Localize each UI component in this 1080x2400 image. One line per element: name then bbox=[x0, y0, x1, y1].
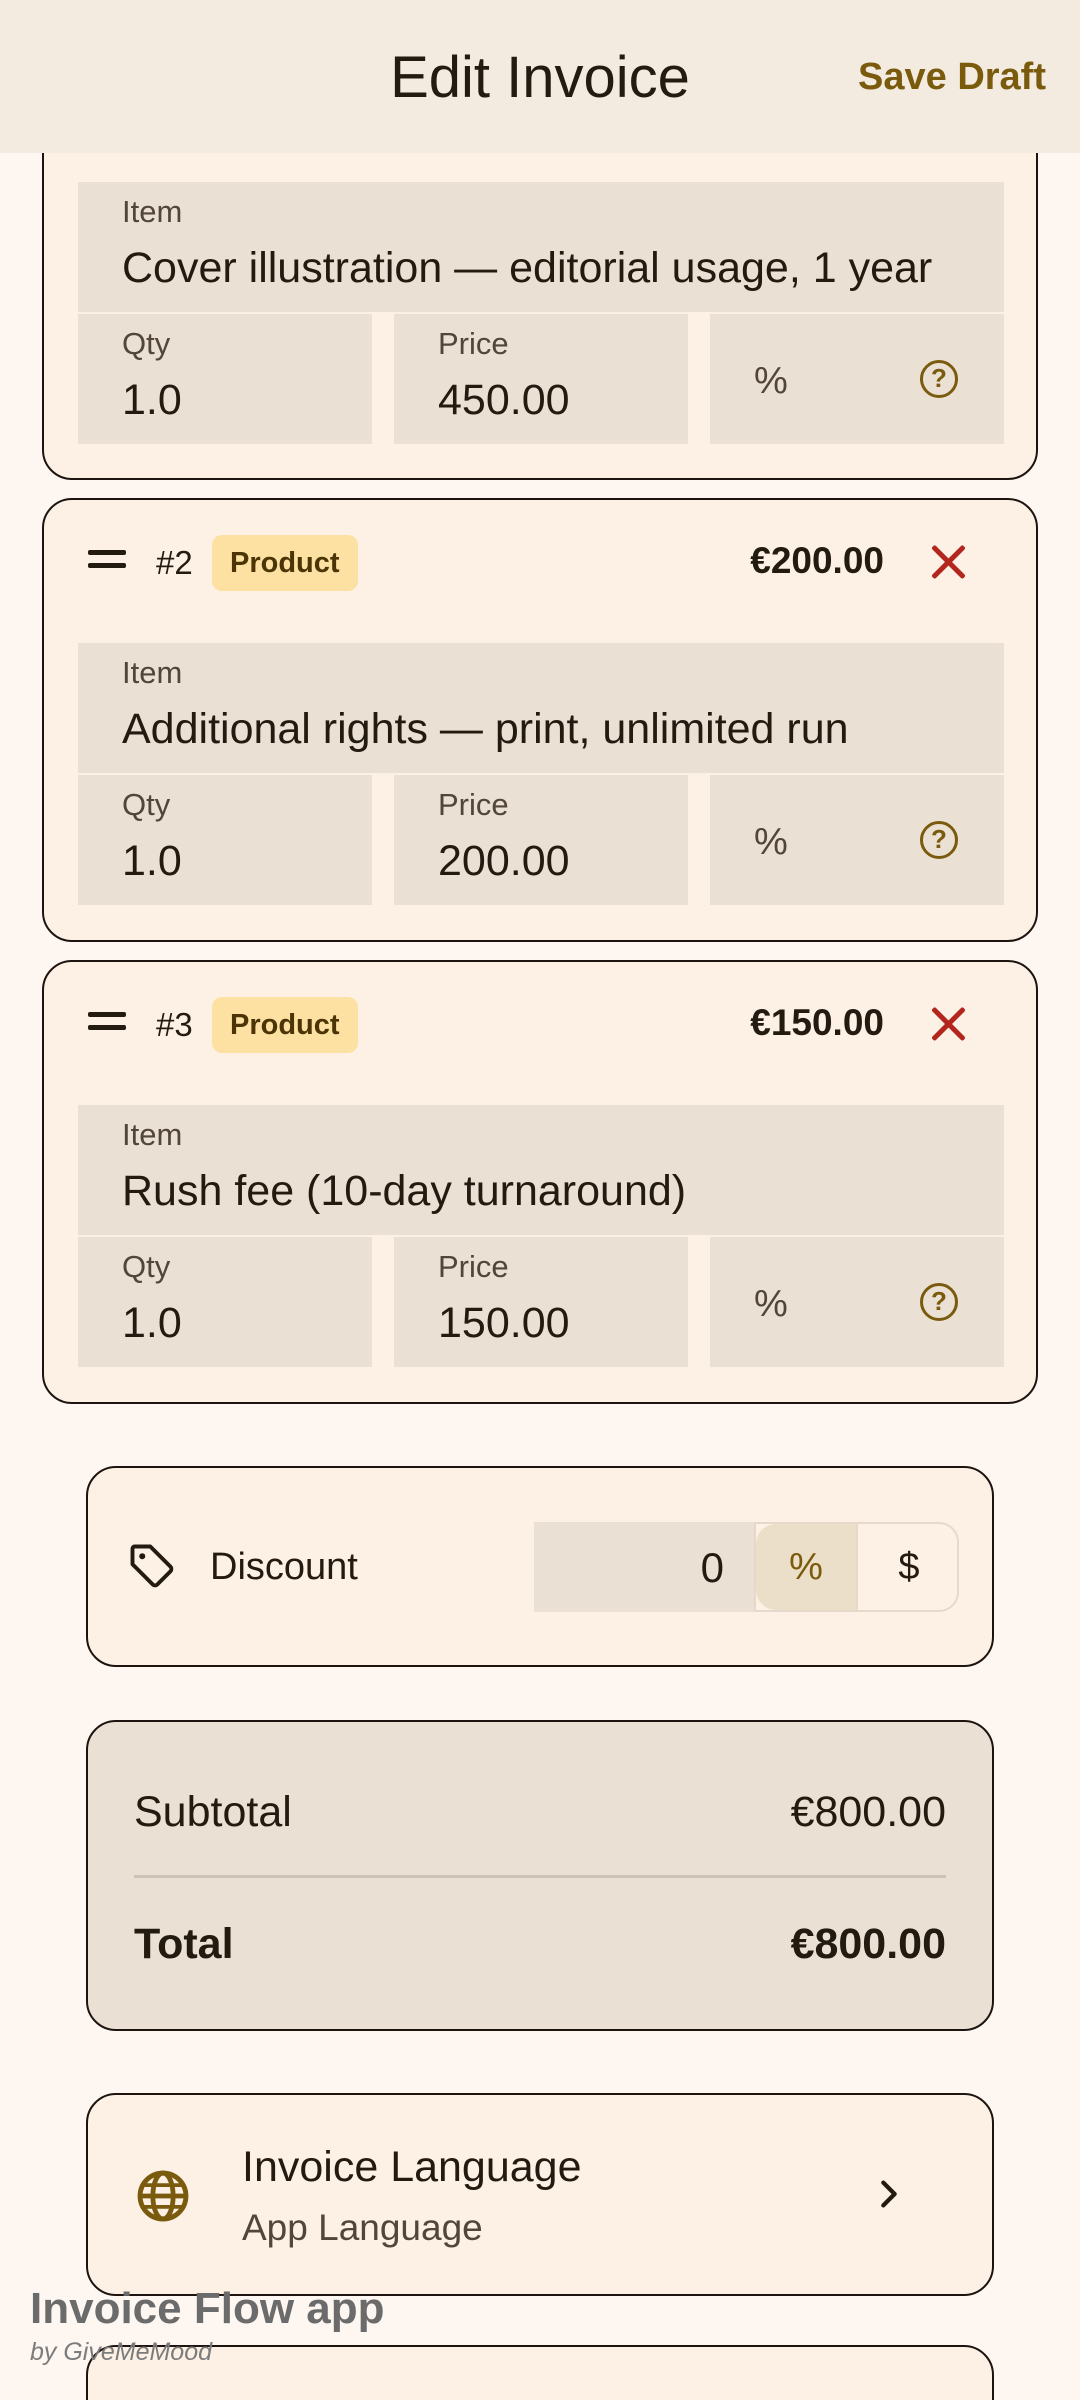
qty-field[interactable]: Qty 1.0 bbox=[78, 314, 372, 444]
price-label: Price bbox=[438, 1249, 509, 1284]
discount-type-toggle: % $ bbox=[754, 1522, 959, 1612]
invoice-language-row[interactable]: Invoice Language App Language bbox=[86, 2093, 994, 2296]
drag-handle-icon[interactable] bbox=[88, 1012, 126, 1032]
percent-symbol: % bbox=[754, 821, 788, 863]
discount-panel: Discount 0 % $ bbox=[86, 1466, 994, 1667]
qty-value: 1.0 bbox=[122, 376, 182, 424]
item-discount-field[interactable]: % ? bbox=[710, 1237, 1004, 1367]
item-discount-field[interactable]: % ? bbox=[710, 775, 1004, 905]
item-label: Item bbox=[122, 655, 183, 690]
line-item-amount: €150.00 bbox=[750, 1002, 884, 1043]
help-circle-icon[interactable]: ? bbox=[920, 1283, 958, 1321]
invoice-form-scroll[interactable]: Item Cover illustration — editorial usag… bbox=[0, 0, 1080, 2400]
save-draft-button[interactable]: Save Draft bbox=[858, 56, 1046, 99]
item-value: Additional rights — print, unlimited run bbox=[122, 705, 849, 753]
globe-icon bbox=[137, 2170, 189, 2222]
item-type-badge: Product bbox=[212, 997, 358, 1053]
line-item-number: #3 bbox=[156, 1006, 193, 1043]
percent-symbol: % bbox=[754, 360, 788, 402]
percent-symbol: % bbox=[754, 1283, 788, 1325]
discount-input[interactable]: 0 bbox=[534, 1522, 754, 1612]
tag-icon bbox=[130, 1544, 174, 1588]
invoice-language-title: Invoice Language bbox=[242, 2143, 582, 2191]
qty-value: 1.0 bbox=[122, 1299, 182, 1347]
price-value: 450.00 bbox=[438, 376, 570, 424]
qty-label: Qty bbox=[122, 1249, 171, 1284]
invoice-language-value: App Language bbox=[242, 2207, 483, 2248]
app-bar: Edit Invoice Save Draft bbox=[0, 0, 1080, 153]
watermark-app-name: Invoice Flow app bbox=[30, 2284, 385, 2333]
line-item-amount: €200.00 bbox=[750, 540, 884, 581]
item-field[interactable]: Item Additional rights — print, unlimite… bbox=[78, 643, 1004, 773]
help-circle-icon[interactable]: ? bbox=[920, 360, 958, 398]
subtotal-label: Subtotal bbox=[134, 1788, 292, 1836]
line-item-card-3: #3 Product €150.00 Item Rush fee (10-day… bbox=[42, 960, 1038, 1404]
total-row: Total €800.00 bbox=[134, 1920, 946, 1969]
line-item-number: #2 bbox=[156, 544, 193, 581]
item-value: Cover illustration — editorial usage, 1 … bbox=[122, 244, 933, 292]
qty-field[interactable]: Qty 1.0 bbox=[78, 1237, 372, 1367]
item-field[interactable]: Item Rush fee (10-day turnaround) bbox=[78, 1105, 1004, 1235]
discount-value: 0 bbox=[700, 1544, 724, 1591]
qty-value: 1.0 bbox=[122, 837, 182, 885]
line-item-card-2: #2 Product €200.00 Item Additional right… bbox=[42, 498, 1038, 942]
price-field[interactable]: Price 200.00 bbox=[394, 775, 688, 905]
watermark-byline: by GiveMeMood bbox=[30, 2338, 213, 2366]
item-label: Item bbox=[122, 1117, 183, 1152]
chevron-right-icon bbox=[881, 2180, 897, 2208]
totals-panel: Subtotal €800.00 Total €800.00 bbox=[86, 1720, 994, 2031]
help-circle-icon[interactable]: ? bbox=[920, 821, 958, 859]
item-field[interactable]: Item Cover illustration — editorial usag… bbox=[78, 182, 1004, 312]
percent-option[interactable]: % bbox=[756, 1524, 858, 1610]
price-label: Price bbox=[438, 787, 509, 822]
qty-label: Qty bbox=[122, 787, 171, 822]
line-item-header: #2 Product €200.00 bbox=[44, 500, 1036, 630]
line-item-header: #3 Product €150.00 bbox=[44, 962, 1036, 1092]
total-label: Total bbox=[134, 1920, 234, 1968]
qty-label: Qty bbox=[122, 326, 171, 361]
dollar-option[interactable]: $ bbox=[858, 1524, 957, 1610]
divider bbox=[134, 1875, 946, 1878]
price-field[interactable]: Price 150.00 bbox=[394, 1237, 688, 1367]
subtotal-value: €800.00 bbox=[790, 1788, 946, 1836]
price-value: 200.00 bbox=[438, 837, 570, 885]
price-field[interactable]: Price 450.00 bbox=[394, 314, 688, 444]
drag-handle-icon[interactable] bbox=[88, 550, 126, 570]
subtotal-row: Subtotal €800.00 bbox=[134, 1788, 946, 1837]
discount-label: Discount bbox=[210, 1546, 358, 1588]
total-value: €800.00 bbox=[790, 1920, 946, 1968]
price-label: Price bbox=[438, 326, 509, 361]
item-label: Item bbox=[122, 194, 183, 229]
item-type-badge: Product bbox=[212, 535, 358, 591]
price-value: 150.00 bbox=[438, 1299, 570, 1347]
qty-field[interactable]: Qty 1.0 bbox=[78, 775, 372, 905]
item-discount-field[interactable]: % ? bbox=[710, 314, 1004, 444]
item-value: Rush fee (10-day turnaround) bbox=[122, 1167, 687, 1215]
close-icon[interactable] bbox=[928, 1004, 968, 1044]
watermark: Invoice Flow app by GiveMeMood bbox=[30, 2284, 385, 2367]
close-icon[interactable] bbox=[928, 542, 968, 582]
